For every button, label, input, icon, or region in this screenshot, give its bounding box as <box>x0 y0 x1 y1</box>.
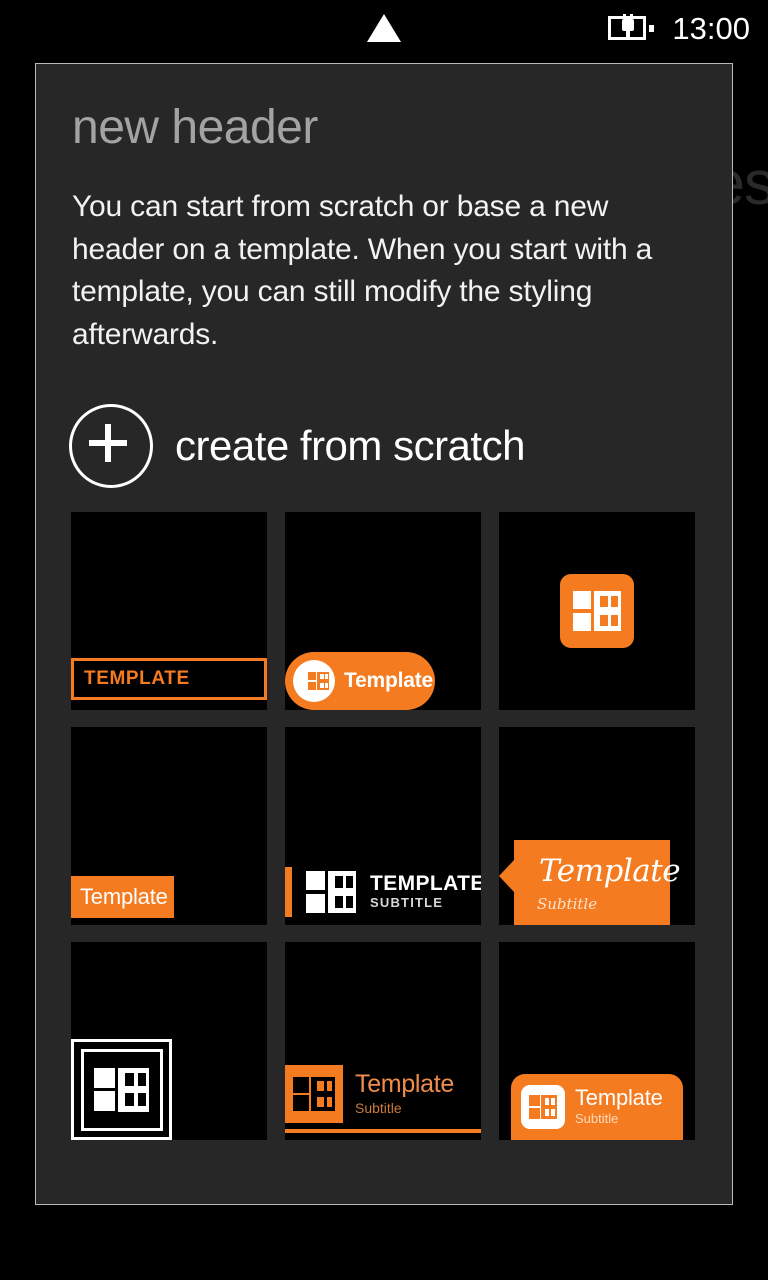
template-tile-orange-block[interactable]: Template <box>71 727 267 925</box>
h-grid-icon <box>521 1085 565 1129</box>
template-subtitle: Subtitle <box>575 1111 619 1126</box>
status-bar-clock: 13:00 <box>672 10 750 46</box>
status-bar: 13:00 <box>0 0 768 56</box>
template-title: Template <box>80 884 168 909</box>
template-preview-block: Template <box>71 876 174 918</box>
template-preview-banner: Template Subtitle <box>511 1074 683 1140</box>
triangle-up-icon <box>367 14 401 42</box>
template-tile-logo-block-rule[interactable]: Template Subtitle <box>285 942 481 1140</box>
template-preview-bar: TEMPLATE <box>71 658 267 700</box>
dialog-body-text: You can start from scratch or base a new… <box>72 190 653 351</box>
create-from-scratch-button[interactable]: create from scratch <box>69 404 525 488</box>
h-grid-icon <box>306 871 356 913</box>
new-header-dialog: new header You can start from scratch or… <box>35 63 733 1205</box>
template-preview-pill: Template <box>285 652 435 710</box>
template-preview-frame <box>71 1039 172 1140</box>
template-preview-row: TEMPLATE SUBTITLE <box>285 867 481 917</box>
h-grid-icon <box>285 1065 343 1123</box>
template-tile-framed-logo[interactable] <box>71 942 267 1140</box>
h-grid-icon <box>80 1048 163 1131</box>
status-bar-right-cluster: 13:00 <box>608 0 750 56</box>
template-title: Template <box>355 1070 455 1099</box>
template-subtitle: Subtitle <box>355 1099 402 1116</box>
template-subtitle: Subtitle <box>537 895 598 913</box>
battery-charging-icon <box>608 13 655 43</box>
h-grid-icon <box>293 660 335 702</box>
template-title: Template <box>539 853 681 889</box>
dialog-title: new header <box>72 101 318 154</box>
template-tile-accent-bar-logo[interactable]: TEMPLATE SUBTITLE <box>285 727 481 925</box>
template-subtitle: SUBTITLE <box>370 894 444 910</box>
template-title: Template <box>344 669 434 692</box>
template-tile-centered-logo[interactable] <box>499 512 695 710</box>
template-preview-row: Template Subtitle <box>285 1064 481 1124</box>
template-tile-speech-bubble[interactable]: Template Subtitle <box>499 727 695 925</box>
plus-circle-icon <box>69 404 153 488</box>
template-title: TEMPLATE <box>84 668 190 689</box>
template-title: Template <box>575 1084 663 1110</box>
divider-rule <box>285 1129 481 1133</box>
bubble-tail-icon <box>499 859 515 893</box>
create-from-scratch-label: create from scratch <box>175 422 525 469</box>
template-tile-orange-pill[interactable]: Template <box>285 512 481 710</box>
template-tile-outlined-bar[interactable]: TEMPLATE <box>71 512 267 710</box>
template-title: TEMPLATE <box>370 871 481 895</box>
h-grid-icon <box>560 574 634 648</box>
template-grid: TEMPLATE Template Template TEMPLATE SUBT… <box>71 512 701 1140</box>
accent-bar <box>285 867 292 917</box>
template-tile-rounded-banner[interactable]: Template Subtitle <box>499 942 695 1140</box>
